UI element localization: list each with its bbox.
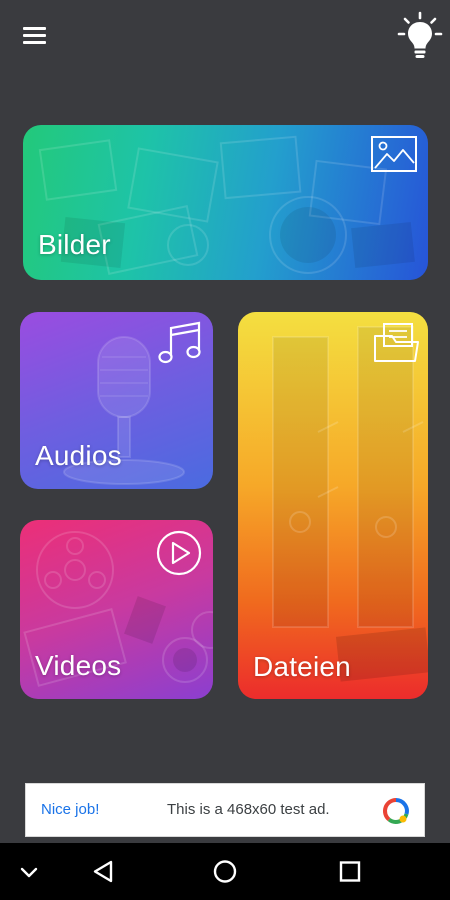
- dateien-card[interactable]: Dateien: [238, 312, 428, 699]
- home-icon[interactable]: [200, 843, 250, 900]
- videos-label: Videos: [35, 650, 122, 681]
- dateien-label: Dateien: [253, 651, 351, 682]
- lightbulb-icon[interactable]: [396, 10, 444, 62]
- binders-background: [272, 326, 428, 682]
- audios-label: Audios: [35, 440, 122, 471]
- bilder-label: Bilder: [38, 229, 111, 260]
- music-note-icon: [158, 320, 204, 373]
- audios-card[interactable]: Audios: [20, 312, 213, 489]
- ad-banner[interactable]: Nice job! This is a 468x60 test ad.: [25, 783, 425, 837]
- folder-icon: [372, 322, 420, 369]
- system-navigation-bar: [0, 843, 450, 900]
- collapse-icon[interactable]: [4, 843, 54, 900]
- play-circle-icon: [156, 530, 202, 581]
- recents-icon[interactable]: [325, 843, 375, 900]
- ad-headline[interactable]: Nice job!: [41, 801, 99, 818]
- image-icon: [370, 135, 418, 180]
- back-icon[interactable]: [78, 843, 128, 900]
- ad-choices-logo-icon[interactable]: [382, 797, 410, 825]
- hamburger-menu-icon[interactable]: [20, 22, 50, 48]
- bilder-card[interactable]: Bilder: [23, 125, 428, 280]
- videos-card[interactable]: Videos: [20, 520, 213, 699]
- top-bar: [0, 0, 450, 70]
- ad-text: This is a 468x60 test ad.: [167, 801, 330, 818]
